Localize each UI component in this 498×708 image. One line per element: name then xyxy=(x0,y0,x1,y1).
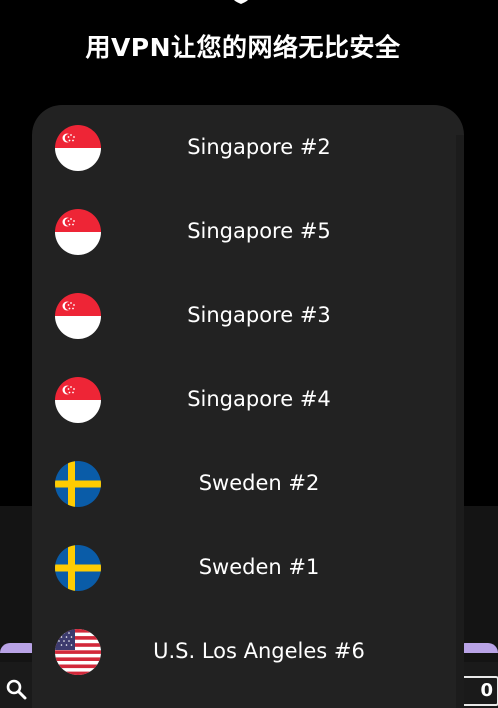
search-button[interactable] xyxy=(0,670,32,708)
server-item-singapore-4[interactable]: Singapore #4 xyxy=(32,357,456,441)
page-title: 用VPN让您的网络无比安全 xyxy=(85,33,401,62)
server-item-singapore-3[interactable]: Singapore #3 xyxy=(32,273,456,357)
singapore-flag-icon xyxy=(55,377,101,423)
server-item-us-los-angeles-6[interactable]: U.S. Los Angeles #6 xyxy=(32,609,456,693)
sweden-flag-icon xyxy=(55,461,101,507)
shield-icon xyxy=(234,0,248,4)
singapore-flag-icon xyxy=(55,125,101,171)
server-item-singapore-2[interactable]: Singapore #2 xyxy=(32,105,456,189)
server-item-label: Singapore #2 xyxy=(187,135,331,159)
server-item-singapore-5[interactable]: Singapore #5 xyxy=(32,189,456,273)
server-item-label: Singapore #5 xyxy=(187,219,331,243)
server-item-label: Sweden #2 xyxy=(198,471,320,495)
usa-flag-icon xyxy=(55,629,101,675)
scrollbar-track[interactable] xyxy=(456,135,464,708)
server-item-label: Singapore #4 xyxy=(187,387,331,411)
search-icon xyxy=(6,679,27,700)
server-item-label: Singapore #3 xyxy=(187,303,331,327)
server-item-sweden-2[interactable]: Sweden #2 xyxy=(32,441,456,525)
sweden-flag-icon xyxy=(55,545,101,591)
server-item-label: U.S. Los Angeles #6 xyxy=(153,639,365,663)
server-item-sweden-1[interactable]: Sweden #1 xyxy=(32,525,456,609)
singapore-flag-icon xyxy=(55,209,101,255)
server-item-label: Sweden #1 xyxy=(198,555,320,579)
singapore-flag-icon xyxy=(55,293,101,339)
server-list-dropdown: Singapore #2 Singapore #5 Singapore #3 S… xyxy=(32,105,464,708)
screen: 用VPN让您的网络无比安全 0 Singapore #2 Singapore #… xyxy=(0,0,498,708)
counter-badge[interactable]: 0 xyxy=(461,676,498,706)
